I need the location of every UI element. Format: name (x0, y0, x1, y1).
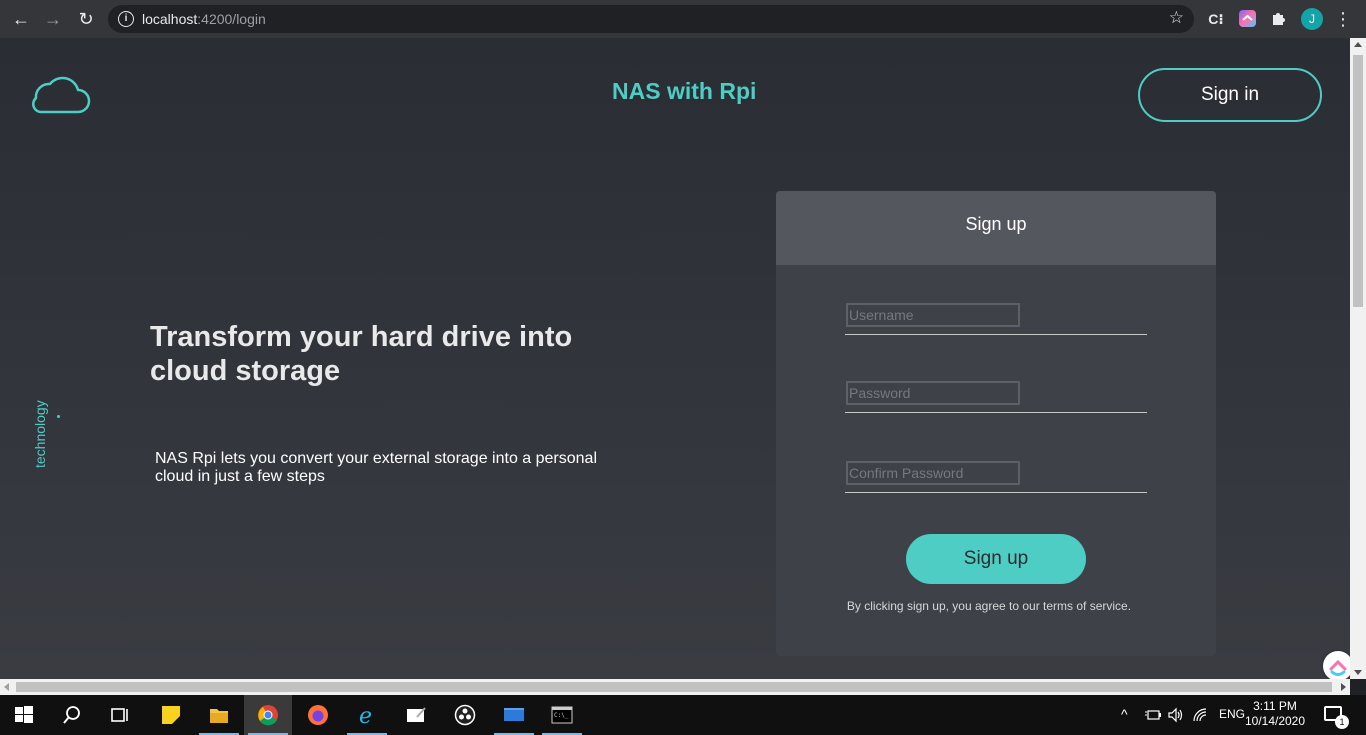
obs-icon (454, 704, 476, 726)
clickup-extension-icon[interactable] (1239, 10, 1256, 27)
back-icon[interactable]: ← (9, 7, 33, 31)
hero-subtext: NAS Rpi lets you convert your external s… (155, 450, 598, 485)
confirm-password-input[interactable] (846, 461, 1020, 485)
tray-overflow-chevron-icon[interactable]: ^ (1121, 706, 1128, 722)
window-app-icon (504, 708, 524, 721)
vertical-scrollbar[interactable] (1350, 38, 1366, 679)
username-input[interactable] (846, 303, 1020, 327)
horizontal-scrollbar[interactable] (0, 679, 1350, 695)
profile-avatar[interactable]: J (1301, 8, 1323, 30)
vertical-scroll-thumb[interactable] (1353, 55, 1363, 307)
signup-card-title: Sign up (776, 191, 1216, 265)
url-path: :4200/login (197, 11, 266, 27)
whiteboard-icon (407, 707, 426, 722)
taskbar-internet-explorer[interactable]: e (343, 695, 391, 735)
address-bar[interactable]: i localhost:4200/login ☆ (108, 5, 1194, 33)
internet-explorer-icon: e (359, 704, 372, 726)
browser-toolbar: ← → ↻ i localhost:4200/login ☆ C⁝ J ⋮ (0, 0, 1366, 38)
confirm-password-field (845, 461, 1147, 493)
terms-text: By clicking sign up, you agree to our te… (846, 599, 1132, 613)
clock-date: 10/14/2020 (1244, 714, 1306, 728)
search-icon (63, 706, 80, 724)
volume-icon[interactable] (1167, 707, 1185, 723)
horizontal-scroll-thumb[interactable] (16, 682, 1332, 692)
taskbar-desktop-app[interactable] (490, 695, 538, 735)
notification-count-badge: 1 (1335, 715, 1349, 729)
folder-icon (210, 709, 228, 723)
terminal-icon: C:\_ (551, 706, 573, 724)
url-text[interactable]: localhost:4200/login (142, 11, 266, 27)
password-input[interactable] (846, 381, 1020, 405)
svg-text:C:\_: C:\_ (554, 712, 569, 719)
clickup-logo-icon (1242, 14, 1253, 21)
extension-c-icon[interactable]: C⁝ (1206, 9, 1226, 29)
search-button[interactable] (48, 695, 96, 735)
extensions-puzzle-icon[interactable] (1269, 9, 1289, 29)
task-view-button[interactable] (96, 695, 144, 735)
cloud-logo-icon[interactable] (28, 72, 92, 121)
sign-in-button[interactable]: Sign in (1138, 68, 1322, 122)
clock-time: 3:11 PM (1253, 699, 1297, 713)
vertical-tag-text: technology (32, 400, 48, 468)
sticky-notes-icon (162, 706, 180, 724)
scroll-left-icon[interactable] (4, 683, 9, 691)
taskbar-terminal[interactable]: C:\_ (538, 695, 586, 735)
forward-icon[interactable]: → (41, 7, 65, 31)
sign-up-button[interactable]: Sign up (906, 534, 1086, 584)
scroll-down-icon[interactable] (1354, 670, 1362, 675)
password-field (845, 381, 1147, 413)
firefox-icon (308, 705, 328, 725)
tag-dot (57, 415, 60, 418)
username-field (845, 303, 1147, 335)
windows-taskbar: e C:\_ ^ ENG 3:11 PM 10/14/2020 1 (0, 695, 1366, 735)
start-button[interactable] (0, 695, 48, 735)
bookmark-star-icon[interactable]: ☆ (1169, 8, 1184, 28)
task-view-icon (111, 708, 128, 722)
svg-text:e: e (359, 704, 372, 726)
chrome-icon (258, 705, 278, 726)
battery-icon[interactable] (1144, 708, 1162, 722)
taskbar-obs[interactable] (441, 695, 489, 735)
windows-logo-icon (15, 706, 33, 723)
site-info-icon[interactable]: i (118, 11, 134, 27)
page-viewport: NAS with Rpi Sign in technology Transfor… (0, 38, 1350, 679)
scroll-right-icon[interactable] (1341, 683, 1346, 691)
vertical-tag: technology (32, 390, 52, 470)
scroll-up-icon[interactable] (1354, 42, 1362, 47)
wifi-icon[interactable] (1193, 708, 1209, 722)
taskbar-firefox[interactable] (294, 695, 342, 735)
taskbar-whiteboard[interactable] (392, 695, 440, 735)
clickup-floating-logo-icon (1329, 659, 1347, 676)
brand-title: NAS with Rpi (612, 78, 757, 104)
clickup-floating-icon[interactable] (1323, 651, 1353, 681)
hero-headline: Transform your hard drive into cloud sto… (150, 321, 573, 387)
taskbar-file-explorer[interactable] (195, 695, 243, 735)
taskbar-sticky-notes[interactable] (147, 695, 195, 735)
reload-icon[interactable]: ↻ (74, 7, 98, 31)
signup-card: Sign up Sign up By clicking sign up, you… (776, 191, 1216, 656)
system-clock[interactable]: 3:11 PM 10/14/2020 (1240, 699, 1310, 729)
url-host: localhost (142, 11, 198, 27)
browser-menu-icon[interactable]: ⋮ (1334, 8, 1352, 30)
taskbar-chrome[interactable] (244, 695, 292, 735)
